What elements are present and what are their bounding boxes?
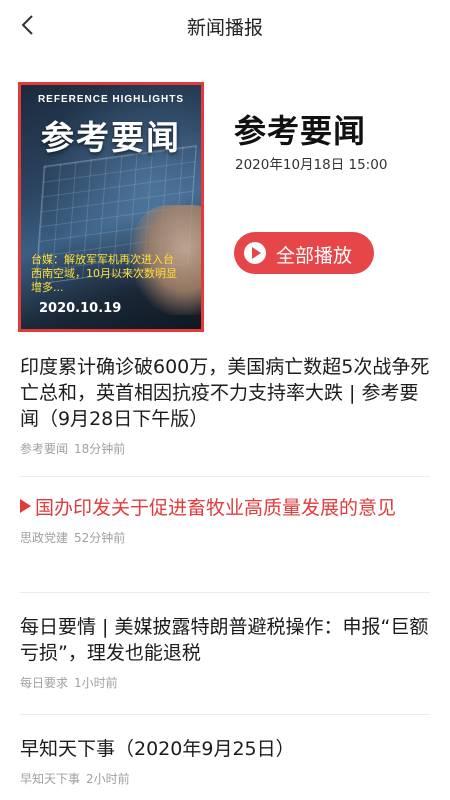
news-item-playing[interactable]: 国办印发关于促进畜牧业高质量发展的意见 思政党建 52分钟前: [20, 495, 430, 546]
news-meta: 早知天下事 2小时前: [20, 770, 430, 787]
news-source: 早知天下事: [20, 772, 81, 786]
news-headline: 每日要情 | 美媒披露特朗普避税操作：申报“巨额亏损”，理发也能退税: [20, 616, 429, 664]
play-all-label: 全部播放: [276, 245, 353, 267]
news-headline: 国办印发关于促进畜牧业高质量发展的意见: [20, 495, 430, 521]
cover-overline: REFERENCE HIGHLIGHTS: [37, 94, 185, 105]
news-time: 1小时前: [74, 676, 118, 690]
news-time: 2小时前: [86, 772, 130, 786]
play-icon: [244, 242, 266, 264]
news-meta: 参考要闻 18分钟前: [20, 440, 430, 457]
list-divider: [20, 714, 430, 715]
news-item[interactable]: 每日要情 | 美媒披露特朗普避税操作：申报“巨额亏损”，理发也能退税 每日要求 1…: [20, 614, 430, 691]
now-playing-icon: [20, 499, 31, 513]
program-title: 参考要闻: [234, 112, 367, 150]
news-item[interactable]: 早知天下事（2020年9月25日） 早知天下事 2小时前: [20, 736, 430, 787]
news-source: 每日要求: [20, 676, 69, 690]
news-time: 52分钟前: [74, 531, 126, 545]
cover-teaser: 台媒：解放军军机再次进入台西南空域，10月以来次数明显增多...: [31, 253, 177, 294]
news-item[interactable]: 印度累计确诊破600万，美国病亡数超5次战争死亡总和，英首相因抗疫不力支持率大跌…: [20, 354, 430, 457]
program-datetime: 2020年10月18日 15:00: [235, 157, 388, 173]
cover-date: 2020.10.19: [39, 301, 122, 316]
news-meta: 思政党建 52分钟前: [20, 529, 430, 546]
news-headline: 早知天下事（2020年9月25日）: [20, 738, 295, 760]
news-headline: 印度累计确诊破600万，美国病亡数超5次战争死亡总和，英首相因抗疫不力支持率大跌…: [20, 356, 430, 430]
news-source: 思政党建: [20, 531, 69, 545]
news-headline-text: 国办印发关于促进畜牧业高质量发展的意见: [35, 497, 397, 519]
news-time: 18分钟前: [74, 442, 126, 456]
top-bar: 新闻播报: [0, 0, 450, 52]
cover-title: 参考要闻: [41, 118, 181, 157]
list-divider: [20, 592, 430, 593]
news-meta: 每日要求 1小时前: [20, 674, 430, 691]
program-cover[interactable]: REFERENCE HIGHLIGHTS 参考要闻 台媒：解放军军机再次进入台西…: [18, 82, 204, 332]
news-source: 参考要闻: [20, 442, 69, 456]
list-divider: [20, 476, 430, 477]
play-all-button[interactable]: 全部播放: [234, 232, 374, 274]
page-title: 新闻播报: [186, 17, 263, 39]
